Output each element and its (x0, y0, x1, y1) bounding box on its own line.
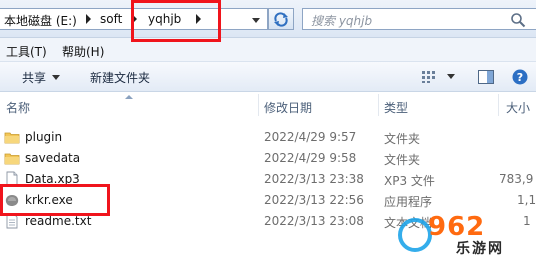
refresh-icon (274, 12, 288, 27)
column-divider[interactable] (378, 94, 379, 116)
new-folder-button[interactable]: 新建文件夹 (90, 69, 150, 86)
breadcrumb-yqhjb[interactable]: yqhjb (148, 12, 181, 26)
svg-text:?: ? (517, 71, 523, 84)
file-date: 2022/3/13 22:56 (264, 193, 364, 207)
column-header-type[interactable]: 类型 (384, 99, 408, 116)
menu-help[interactable]: 帮助(H) (62, 43, 104, 60)
address-bar-row: 本地磁盘 (E:) soft yqhjb 搜索 yqhjb (0, 0, 536, 38)
menu-tools[interactable]: 工具(T) (6, 43, 47, 60)
file-name: Data.xp3 (25, 172, 80, 186)
file-icon (6, 171, 18, 187)
file-row[interactable]: savedata 2022/4/29 9:58 文件夹 (0, 148, 536, 169)
help-icon[interactable]: ? (512, 69, 528, 85)
file-date: 2022/4/29 9:58 (264, 151, 357, 165)
folder-icon (4, 132, 20, 144)
file-type: 文件夹 (384, 132, 421, 146)
breadcrumb-separator-icon[interactable] (196, 14, 201, 24)
column-header-date[interactable]: 修改日期 (264, 99, 312, 116)
file-type: 文件夹 (384, 153, 421, 167)
preview-pane-icon[interactable] (478, 70, 494, 84)
watermark-ring-icon (398, 218, 432, 252)
app-icon (5, 195, 19, 206)
sort-ascending-icon (125, 95, 133, 99)
file-row[interactable]: Data.xp3 2022/3/13 23:38 XP3 文件 783,9 (0, 169, 536, 190)
file-row[interactable]: krkr.exe 2022/3/13 22:56 应用程序 1,1 (0, 190, 536, 211)
search-input[interactable]: 搜索 yqhjb (302, 8, 536, 30)
search-icon[interactable] (510, 12, 526, 28)
address-dropdown-icon[interactable] (252, 18, 260, 23)
breadcrumb-soft[interactable]: soft (100, 12, 122, 26)
file-name: readme.txt (25, 214, 92, 228)
search-placeholder: 搜索 yqhjb (311, 14, 373, 28)
file-name: krkr.exe (25, 193, 73, 207)
refresh-button[interactable] (268, 8, 294, 30)
file-date: 2022/3/13 23:38 (264, 172, 364, 186)
breadcrumb-separator-icon[interactable] (86, 14, 91, 24)
file-size: 783,9 (499, 172, 534, 186)
toolbar: 共享 新建文件夹 ? (0, 62, 536, 92)
file-name: plugin (25, 130, 63, 144)
file-type: XP3 文件 (384, 174, 435, 188)
column-headers: 名称 修改日期 类型 大小 (0, 92, 536, 118)
file-date: 2022/4/29 9:57 (264, 130, 357, 144)
folder-icon (4, 153, 20, 165)
view-dropdown-icon[interactable] (447, 74, 455, 79)
breadcrumb-separator-icon[interactable] (132, 14, 137, 24)
file-size: 1,1 (517, 193, 536, 207)
file-row[interactable]: plugin 2022/4/29 9:57 文件夹 (0, 127, 536, 148)
menu-bar: 工具(T) 帮助(H) (0, 38, 536, 62)
file-date: 2022/3/13 23:08 (264, 214, 364, 228)
chevron-down-icon (52, 75, 61, 80)
column-header-size[interactable]: 大小 (506, 99, 530, 116)
breadcrumb-drive[interactable]: 本地磁盘 (E:) (4, 12, 77, 29)
address-bar[interactable]: 本地磁盘 (E:) soft yqhjb (0, 8, 268, 30)
column-divider[interactable] (258, 94, 259, 116)
share-label: 共享 (22, 71, 47, 85)
view-options-icon[interactable] (422, 71, 438, 83)
column-header-name[interactable]: 名称 (6, 99, 30, 116)
file-name: savedata (25, 151, 81, 165)
text-file-icon (6, 213, 18, 229)
watermark-logo: 962 乐游网 (398, 212, 530, 257)
file-type: 应用程序 (384, 195, 433, 209)
column-divider[interactable] (498, 94, 499, 116)
watermark-text: 乐游网 (456, 241, 504, 257)
share-button[interactable]: 共享 (22, 69, 61, 86)
